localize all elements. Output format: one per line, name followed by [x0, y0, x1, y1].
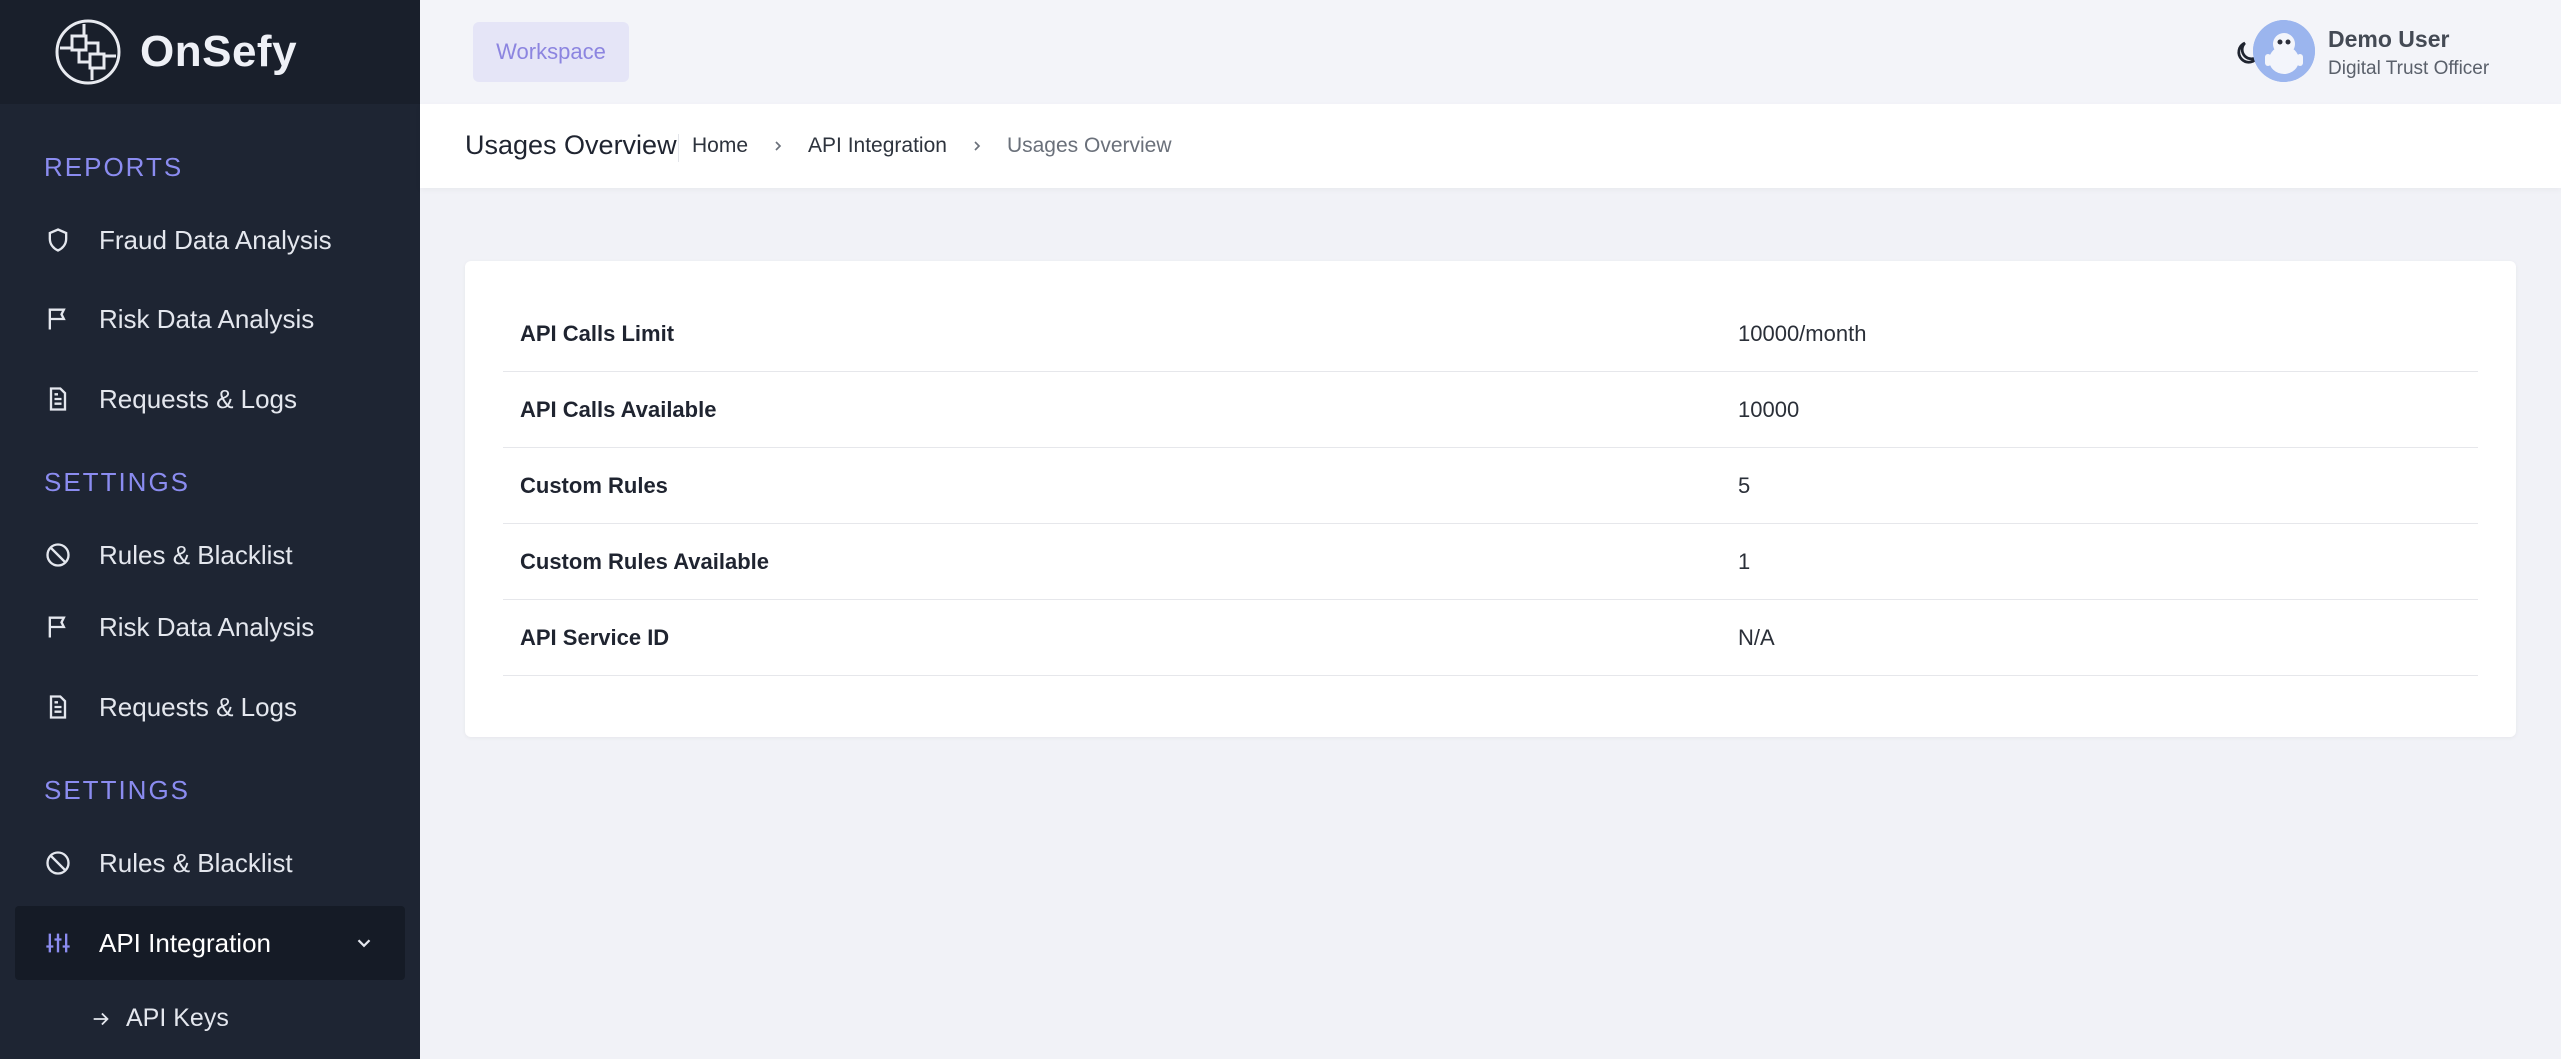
- row-value: 5: [1738, 472, 1751, 498]
- page-title: Usages Overview: [465, 130, 677, 160]
- table-row: Custom Rules Available 1: [503, 524, 2478, 600]
- sidebar-item-label: Fraud Data Analysis: [99, 224, 332, 255]
- table-row: API Calls Limit 10000/month: [503, 296, 2478, 372]
- sidebar-item-label: Requests & Logs: [99, 691, 298, 722]
- sidebar-item-requests-logs[interactable]: Requests & Logs: [15, 362, 405, 436]
- sliders-icon: [43, 928, 73, 958]
- document-icon: [43, 692, 73, 722]
- chevron-down-icon[interactable]: [353, 932, 375, 954]
- sidebar-item-label: Risk Data Analysis: [99, 611, 315, 642]
- chevron-right-icon: [775, 141, 782, 151]
- sidebar-item-risk-data-analysis[interactable]: Risk Data Analysis: [15, 590, 405, 664]
- sidebar-subitem-api-keys[interactable]: API Keys: [90, 1004, 229, 1033]
- section-title-reports: REPORTS: [44, 152, 184, 182]
- shield-icon: [43, 225, 73, 255]
- sidebar-item-label: Requests & Logs: [99, 383, 298, 414]
- usage-card: API Calls Limit 10000/month API Calls Av…: [465, 261, 2516, 737]
- sidebar-item-requests-logs[interactable]: Requests & Logs: [15, 670, 405, 744]
- document-icon: [43, 384, 73, 414]
- row-value: N/A: [1738, 624, 1775, 650]
- sidebar-item-label: Rules & Blacklist: [99, 847, 293, 878]
- avatar[interactable]: [2253, 20, 2315, 82]
- sidebar-item-label: Risk Data Analysis: [99, 303, 315, 334]
- sidebar-subitem-label: API Keys: [126, 1004, 229, 1032]
- workspace-button[interactable]: Workspace: [473, 22, 629, 82]
- row-label: Custom Rules Available: [520, 548, 769, 574]
- flag-icon: [43, 612, 73, 642]
- row-value: 10000/month: [1738, 320, 1867, 346]
- breadcrumb-current: Usages Overview: [1006, 134, 1172, 157]
- chevron-right-icon: [974, 141, 981, 151]
- row-label: API Service ID: [520, 624, 670, 650]
- row-value: 10000: [1738, 396, 1800, 422]
- sidebar-item-fraud-data-analysis[interactable]: Fraud Data Analysis: [15, 203, 405, 277]
- sidebar-item-rules-blacklist[interactable]: Rules & Blacklist: [15, 826, 405, 900]
- table-row: API Service ID N/A: [503, 600, 2478, 676]
- sidebar: OnSefy REPORTS Fraud Data Analysis Risk …: [0, 0, 420, 1059]
- sidebar-item-risk-data-analysis[interactable]: Risk Data Analysis: [15, 282, 405, 356]
- section-title-settings: SETTINGS: [44, 467, 191, 497]
- row-label: API Calls Available: [520, 396, 717, 422]
- breadcrumb: Home API Integration Usages Overview: [692, 134, 1172, 158]
- section-title-settings: SETTINGS: [44, 775, 191, 805]
- title-divider: [678, 134, 679, 162]
- row-value: 1: [1738, 548, 1751, 574]
- breadcrumb-bar: Usages Overview Home API Integration Usa…: [420, 104, 2561, 188]
- sidebar-item-api-integration[interactable]: API Integration: [15, 906, 405, 980]
- brand-logo-icon: [55, 19, 121, 85]
- ban-icon: [43, 540, 73, 570]
- breadcrumb-api-integration[interactable]: API Integration: [808, 134, 947, 158]
- usage-table: API Calls Limit 10000/month API Calls Av…: [503, 296, 2478, 676]
- arrow-right-icon: [93, 1012, 109, 1025]
- user-role: Digital Trust Officer: [2328, 58, 2490, 79]
- sidebar-item-label: Rules & Blacklist: [99, 539, 293, 570]
- brand[interactable]: OnSefy: [0, 0, 420, 104]
- topbar: Workspace Demo User Digital Trust Office…: [420, 0, 2561, 104]
- table-row: Custom Rules 5: [503, 448, 2478, 524]
- table-row: API Calls Available 10000: [503, 372, 2478, 448]
- ban-icon: [43, 848, 73, 878]
- row-label: API Calls Limit: [520, 320, 675, 346]
- user-name: Demo User: [2328, 26, 2450, 52]
- flag-icon: [43, 304, 73, 334]
- row-label: Custom Rules: [520, 472, 668, 498]
- breadcrumb-home[interactable]: Home: [692, 134, 748, 158]
- brand-name: OnSefy: [140, 27, 298, 76]
- sidebar-item-label: API Integration: [99, 927, 271, 958]
- sidebar-item-rules-blacklist[interactable]: Rules & Blacklist: [15, 518, 405, 592]
